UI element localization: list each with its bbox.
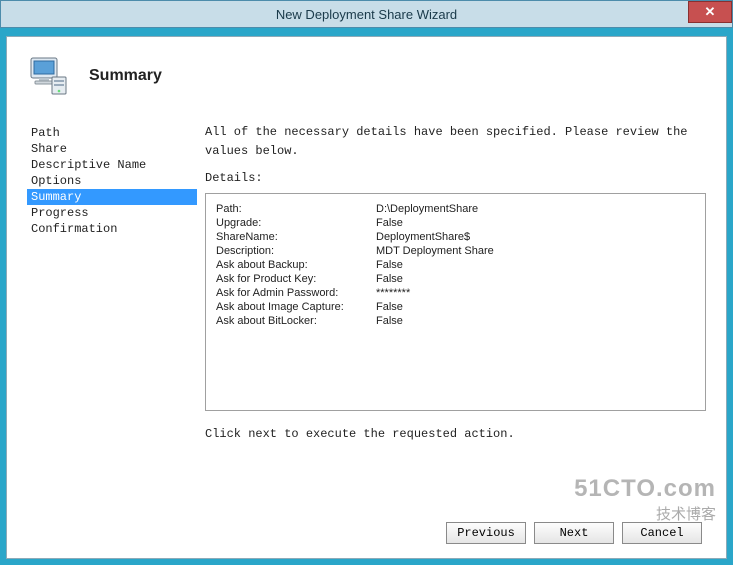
- detail-row: Upgrade:False: [216, 216, 498, 230]
- detail-key: Upgrade:: [216, 216, 376, 230]
- detail-key: Ask about BitLocker:: [216, 314, 376, 328]
- detail-row: Ask for Product Key:False: [216, 272, 498, 286]
- detail-key: Ask for Admin Password:: [216, 286, 376, 300]
- detail-value: False: [376, 272, 498, 286]
- details-box[interactable]: Path:D:\DeploymentShareUpgrade:FalseShar…: [205, 193, 706, 411]
- detail-value: False: [376, 314, 498, 328]
- nav-item-confirmation[interactable]: Confirmation: [27, 221, 197, 237]
- watermark-line1: 51CTO.com: [574, 475, 716, 503]
- detail-row: Ask about Backup:False: [216, 258, 498, 272]
- nav-item-share[interactable]: Share: [27, 141, 197, 157]
- detail-value: MDT Deployment Share: [376, 244, 498, 258]
- detail-key: Description:: [216, 244, 376, 258]
- detail-value: D:\DeploymentShare: [376, 202, 498, 216]
- intro-text: All of the necessary details have been s…: [205, 119, 706, 161]
- detail-row: Ask for Admin Password:********: [216, 286, 498, 300]
- detail-key: ShareName:: [216, 230, 376, 244]
- nav-item-summary[interactable]: Summary: [27, 189, 197, 205]
- nav-item-descriptive-name[interactable]: Descriptive Name: [27, 157, 197, 173]
- detail-row: Description:MDT Deployment Share: [216, 244, 498, 258]
- cancel-button[interactable]: Cancel: [622, 522, 702, 544]
- wizard-body: Summary PathShareDescriptive NameOptions…: [6, 36, 727, 559]
- detail-value: False: [376, 258, 498, 272]
- window-title: New Deployment Share Wizard: [276, 7, 457, 22]
- detail-key: Ask about Backup:: [216, 258, 376, 272]
- nav-item-options[interactable]: Options: [27, 173, 197, 189]
- previous-button[interactable]: Previous: [446, 522, 526, 544]
- button-bar: Previous Next Cancel: [446, 522, 702, 544]
- footer-text: Click next to execute the requested acti…: [205, 427, 706, 441]
- main-pane: All of the necessary details have been s…: [197, 119, 706, 441]
- computer-share-icon: [27, 55, 71, 97]
- watermark-line2: 技术博客: [574, 503, 716, 524]
- detail-key: Path:: [216, 202, 376, 216]
- detail-key: Ask for Product Key:: [216, 272, 376, 286]
- details-label: Details:: [205, 171, 706, 185]
- wizard-nav: PathShareDescriptive NameOptionsSummaryP…: [27, 119, 197, 441]
- detail-value: ********: [376, 286, 498, 300]
- detail-value: False: [376, 300, 498, 314]
- page-title: Summary: [89, 67, 162, 85]
- detail-row: Ask about Image Capture:False: [216, 300, 498, 314]
- detail-key: Ask about Image Capture:: [216, 300, 376, 314]
- close-icon: ✕: [705, 4, 716, 20]
- detail-value: DeploymentShare$: [376, 230, 498, 244]
- nav-item-progress[interactable]: Progress: [27, 205, 197, 221]
- detail-value: False: [376, 216, 498, 230]
- detail-row: Ask about BitLocker:False: [216, 314, 498, 328]
- watermark: 51CTO.com 技术博客: [574, 475, 716, 524]
- titlebar: New Deployment Share Wizard ✕: [0, 0, 733, 28]
- details-table: Path:D:\DeploymentShareUpgrade:FalseShar…: [216, 202, 498, 328]
- nav-item-path[interactable]: Path: [27, 125, 197, 141]
- close-button[interactable]: ✕: [688, 1, 732, 23]
- detail-row: ShareName:DeploymentShare$: [216, 230, 498, 244]
- wizard-header: Summary: [7, 37, 726, 119]
- detail-row: Path:D:\DeploymentShare: [216, 202, 498, 216]
- content-area: PathShareDescriptive NameOptionsSummaryP…: [7, 119, 726, 441]
- next-button[interactable]: Next: [534, 522, 614, 544]
